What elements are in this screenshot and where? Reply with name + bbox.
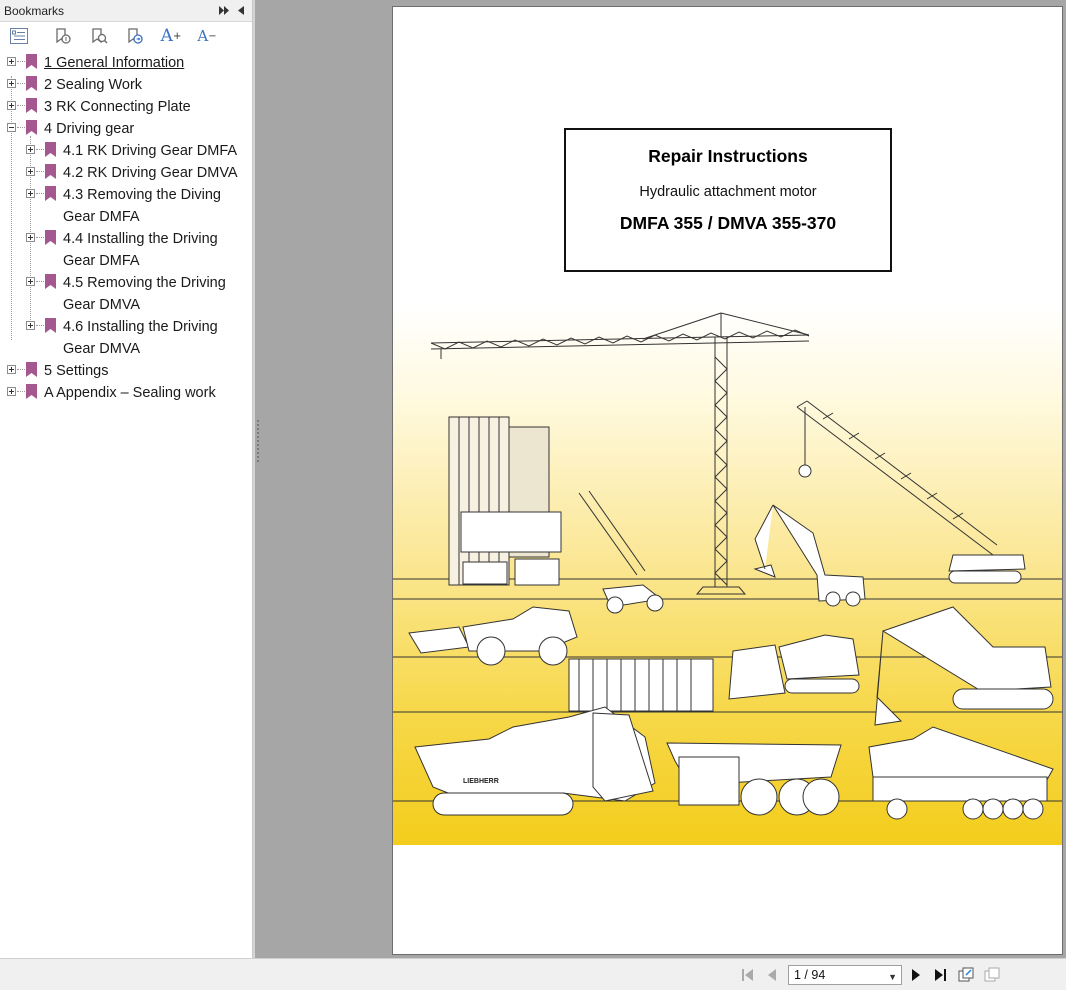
tree-connector xyxy=(17,61,25,62)
collapse-icon[interactable] xyxy=(7,123,16,132)
bookmark-item[interactable]: 4.3 Removing the Diving Gear DMFA xyxy=(0,183,252,227)
tree-connector xyxy=(17,391,25,392)
expand-icon[interactable] xyxy=(7,387,16,396)
bookmark-label: 5 Settings xyxy=(44,363,109,379)
next-page-icon[interactable] xyxy=(908,967,924,983)
bookmark-item[interactable]: 4.2 RK Driving Gear DMVA xyxy=(0,161,252,183)
bookmark-label: 4.3 Removing the Diving Gear DMFA xyxy=(63,187,221,225)
bookmark-item[interactable]: 3 RK Connecting Plate xyxy=(0,95,252,117)
bookmark-label: 4.6 Installing the Driving Gear DMVA xyxy=(63,319,218,357)
bookmark-item[interactable]: 4.4 Installing the Driving Gear DMFA xyxy=(0,227,252,271)
expand-icon[interactable] xyxy=(26,277,35,286)
bookmark-icon xyxy=(26,54,37,69)
splitter-grip[interactable] xyxy=(257,420,259,462)
bookmark-icon xyxy=(45,186,56,201)
tree-connector xyxy=(36,149,44,150)
bookmarks-header: Bookmarks xyxy=(0,0,252,22)
first-page-icon[interactable] xyxy=(740,967,756,983)
tree-connector xyxy=(36,237,44,238)
navigation-bar: 1 / 94 ▼ xyxy=(0,958,1066,990)
double-arrow-right-icon[interactable] xyxy=(217,4,231,18)
font-smaller-icon[interactable]: A − xyxy=(196,25,218,47)
machinery-artwork: LIEBHERR xyxy=(393,307,1062,845)
expand-all-icon[interactable] xyxy=(8,25,30,47)
tree-connector xyxy=(36,325,44,326)
bookmark-label: 3 RK Connecting Plate xyxy=(44,99,191,115)
machinery-brand-text: LIEBHERR xyxy=(463,778,499,785)
bookmark-label: 4.2 RK Driving Gear DMVA xyxy=(63,165,238,181)
bookmark-search-icon[interactable] xyxy=(88,25,110,47)
document-model: DMFA 355 / DMVA 355-370 xyxy=(619,213,837,233)
bookmark-label: 2 Sealing Work xyxy=(44,77,143,93)
page-indicator: 1 / 94 xyxy=(794,968,826,982)
window-tile-icon[interactable] xyxy=(958,967,974,983)
bookmark-icon xyxy=(26,362,37,377)
expand-icon[interactable] xyxy=(26,189,35,198)
bookmark-settings-icon[interactable] xyxy=(52,25,74,47)
bookmark-item[interactable]: 1 General Information xyxy=(0,51,252,73)
font-larger-sup: + xyxy=(172,30,182,42)
bookmark-label: 4.5 Removing the Driving Gear DMVA xyxy=(63,275,226,313)
tree-connector xyxy=(17,127,25,128)
tree-connector xyxy=(36,281,44,282)
bookmark-icon xyxy=(45,142,56,157)
page-number-select[interactable]: 1 / 94 ▼ xyxy=(788,965,902,985)
document-title: Repair Instructions xyxy=(648,146,808,166)
tree-connector xyxy=(36,171,44,172)
bookmark-icon xyxy=(45,164,56,179)
bookmark-label: 4 Driving gear xyxy=(44,121,135,137)
font-smaller-sup: − xyxy=(208,30,217,42)
expand-icon[interactable] xyxy=(7,365,16,374)
expand-icon[interactable] xyxy=(7,101,16,110)
font-larger-icon[interactable]: A + xyxy=(160,25,182,47)
collapse-panel-icon[interactable] xyxy=(234,4,248,18)
bookmark-item[interactable]: 4.5 Removing the Driving Gear DMVA xyxy=(0,271,252,315)
expand-icon[interactable] xyxy=(26,145,35,154)
bookmark-label: 4.1 RK Driving Gear DMFA xyxy=(63,143,238,159)
document-page: Repair Instructions Hydraulic attachment… xyxy=(392,6,1063,955)
bookmark-icon xyxy=(45,274,56,289)
bookmark-icon xyxy=(45,318,56,333)
bookmark-icon xyxy=(26,76,37,91)
machinery-illustration: LIEBHERR xyxy=(393,312,1062,820)
tree-connector xyxy=(17,369,25,370)
expand-icon[interactable] xyxy=(26,233,35,242)
bookmark-tree: 1 General Information 2 Sealing Work 3 R… xyxy=(0,51,252,403)
tree-connector xyxy=(36,193,44,194)
title-box: Repair Instructions Hydraulic attachment… xyxy=(564,128,892,272)
bookmark-label: A Appendix – Sealing work xyxy=(44,385,216,401)
expand-icon[interactable] xyxy=(7,57,16,66)
font-smaller-label: A xyxy=(197,27,209,45)
bookmark-item[interactable]: A Appendix – Sealing work xyxy=(0,381,252,403)
expand-icon[interactable] xyxy=(26,167,35,176)
bookmark-icon xyxy=(45,230,56,245)
bookmark-item[interactable]: 2 Sealing Work xyxy=(0,73,252,95)
bookmarks-toolbar: A + A − xyxy=(0,22,252,50)
bookmark-goto-icon[interactable] xyxy=(124,25,146,47)
expand-icon[interactable] xyxy=(26,321,35,330)
document-subtitle: Hydraulic attachment motor xyxy=(639,184,817,200)
bookmarks-title: Bookmarks xyxy=(4,3,65,18)
font-larger-label: A xyxy=(160,26,173,46)
chevron-down-icon: ▼ xyxy=(888,972,897,982)
previous-page-icon[interactable] xyxy=(764,967,780,983)
bookmark-item[interactable]: 5 Settings xyxy=(0,359,252,381)
bookmark-icon xyxy=(26,384,37,399)
bookmark-label: 4.4 Installing the Driving Gear DMFA xyxy=(63,231,218,269)
bookmark-icon xyxy=(26,120,37,135)
panel-splitter[interactable] xyxy=(253,0,255,958)
last-page-icon[interactable] xyxy=(932,967,948,983)
bookmark-item[interactable]: 4.1 RK Driving Gear DMFA xyxy=(0,139,252,161)
bookmark-label: 1 General Information xyxy=(44,55,185,71)
bookmarks-panel: Bookmarks A + A − 1 General Information … xyxy=(0,0,253,958)
tree-connector xyxy=(17,105,25,106)
bookmark-item[interactable]: 4 Driving gear xyxy=(0,117,252,139)
pdf-viewer-window: Bookmarks A + A − 1 General Information … xyxy=(0,0,1066,990)
bookmark-item[interactable]: 4.6 Installing the Driving Gear DMVA xyxy=(0,315,252,359)
window-cascade-icon[interactable] xyxy=(984,967,1000,983)
expand-icon[interactable] xyxy=(7,79,16,88)
bookmark-icon xyxy=(26,98,37,113)
tree-connector xyxy=(17,83,25,84)
